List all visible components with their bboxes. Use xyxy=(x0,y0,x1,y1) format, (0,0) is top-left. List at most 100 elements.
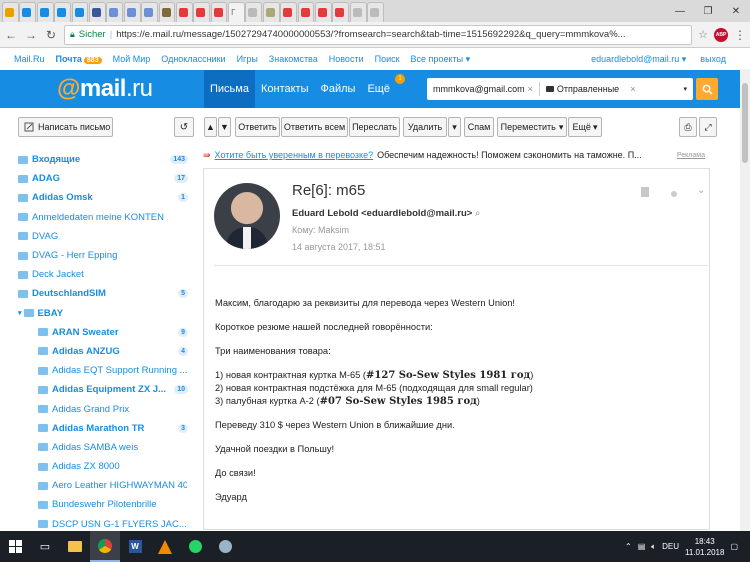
folder-item[interactable]: Входящие 143 xyxy=(18,150,192,169)
notifications-icon[interactable]: ▢ xyxy=(730,542,738,551)
nav-more[interactable]: Ещё xyxy=(361,70,396,108)
message-from[interactable]: Eduard Lebold <eduardlebold@mail.ru> ⌕ xyxy=(292,208,480,219)
folder-item[interactable]: DVAG xyxy=(18,227,192,246)
folder-item[interactable]: ADAG 17 xyxy=(18,169,192,188)
chip-close-icon[interactable]: × xyxy=(630,84,635,94)
folder-item[interactable]: Adidas SAMBA weis xyxy=(18,438,192,457)
adblock-icon[interactable]: ABP xyxy=(714,27,728,42)
folder-item[interactable]: DVAG - Herr Epping xyxy=(18,246,192,265)
browser-tab[interactable] xyxy=(175,2,193,22)
folder-item[interactable]: Aero Leather HIGHWAYMAN 40 xyxy=(18,476,192,495)
user-email[interactable]: eduardlebold@mail.ru ▾ xyxy=(591,54,686,65)
taskbar-chrome[interactable] xyxy=(90,531,120,562)
move-button[interactable]: Переместить ▾ xyxy=(497,117,567,137)
browser-tab[interactable] xyxy=(158,2,176,22)
browser-tab[interactable] xyxy=(297,2,315,22)
delete-dropdown[interactable]: ▾ xyxy=(448,117,461,137)
unread-dot-icon[interactable] xyxy=(671,191,677,197)
tray-up-icon[interactable]: ⌃ xyxy=(625,542,632,551)
minimize-icon[interactable]: — xyxy=(666,0,694,22)
bookmark-star-icon[interactable]: ☆ xyxy=(698,28,708,41)
search-chip-email[interactable]: mmmkova@gmail.com × xyxy=(427,84,539,94)
close-icon[interactable]: ✕ xyxy=(722,0,750,22)
folder-item[interactable]: Adidas EQT Support Running ... xyxy=(18,361,192,380)
browser-tab[interactable] xyxy=(19,2,37,22)
reply-button[interactable]: Ответить xyxy=(235,117,280,137)
browser-tab[interactable] xyxy=(2,2,19,22)
browser-tab[interactable] xyxy=(349,2,367,22)
browser-tab[interactable]: Г xyxy=(228,2,245,22)
url-input[interactable]: 🔒︎ Sicher | https://e.mail.ru/message/15… xyxy=(64,24,693,45)
folder-item[interactable]: ▾ EBAY xyxy=(18,304,192,323)
browser-tab[interactable] xyxy=(315,2,332,22)
portal-link-games[interactable]: Игры xyxy=(237,54,258,64)
compose-button[interactable]: Написать письмо xyxy=(18,117,113,137)
nav-letters[interactable]: Письма xyxy=(204,70,255,108)
expand-caret-icon[interactable]: ▾ xyxy=(18,309,22,317)
nav-contacts[interactable]: Контакты xyxy=(255,70,315,108)
browser-tab[interactable] xyxy=(36,2,54,22)
browser-tab[interactable] xyxy=(367,2,384,22)
flag-icon[interactable] xyxy=(641,187,649,197)
browser-tab[interactable] xyxy=(193,2,211,22)
undo-button[interactable]: ↺ xyxy=(174,117,194,137)
folder-item[interactable]: Adidas Marathon TR 3 xyxy=(18,419,192,438)
folder-item[interactable]: ARAN Sweater 9 xyxy=(18,323,192,342)
folder-item[interactable]: Bundeswehr Pilotenbrille xyxy=(18,495,192,514)
folder-item[interactable]: DeutschlandSIM 5 xyxy=(18,284,192,303)
folder-item[interactable]: Adidas Omsk 1 xyxy=(18,188,192,207)
browser-tab[interactable] xyxy=(71,2,89,22)
taskbar-whatsapp[interactable] xyxy=(180,531,210,562)
spam-button[interactable]: Спам xyxy=(464,117,494,137)
taskbar-explorer[interactable] xyxy=(60,531,90,562)
portal-link-news[interactable]: Новости xyxy=(329,54,364,64)
nav-files[interactable]: Файлы xyxy=(314,70,361,108)
portal-link-mymir[interactable]: Мой Мир xyxy=(113,54,151,64)
browser-tab[interactable] xyxy=(262,2,280,22)
page-scrollbar[interactable] xyxy=(740,69,750,531)
taskbar-word[interactable]: W xyxy=(120,531,150,562)
browser-tab[interactable] xyxy=(54,2,71,22)
clock[interactable]: 18:43 11.01.2018 xyxy=(685,536,724,558)
prev-message-button[interactable]: ▲ xyxy=(204,117,217,137)
scrollbar-thumb[interactable] xyxy=(742,83,748,163)
browser-tab[interactable] xyxy=(141,2,158,22)
browser-tab[interactable] xyxy=(332,2,350,22)
browser-tab[interactable] xyxy=(210,2,228,22)
print-button[interactable]: ⎙ xyxy=(679,117,697,137)
more-button[interactable]: Ещё ▾ xyxy=(568,117,602,137)
search-chip-folder[interactable]: Отправленные × xyxy=(540,84,642,94)
network-icon[interactable]: ▤ xyxy=(638,542,646,551)
task-view-button[interactable]: ▭ xyxy=(30,531,60,562)
start-button[interactable] xyxy=(0,531,30,562)
browser-tab[interactable] xyxy=(88,2,106,22)
expand-button[interactable]: ⤢ xyxy=(699,117,717,137)
portal-link-mail[interactable]: Почта 883 xyxy=(56,54,102,64)
portal-link-search[interactable]: Поиск xyxy=(375,54,400,64)
back-icon[interactable]: ← xyxy=(4,28,18,42)
taskbar-app[interactable] xyxy=(210,531,240,562)
search-button[interactable] xyxy=(696,78,718,100)
volume-icon[interactable]: 🔈︎ xyxy=(651,542,656,552)
portal-link-all-projects[interactable]: Все проекты ▾ xyxy=(411,54,471,65)
chevron-down-icon[interactable]: ▾ xyxy=(683,85,687,93)
next-message-button[interactable]: ▼ xyxy=(218,117,231,137)
folder-item[interactable]: Adidas ANZUG 4 xyxy=(18,342,192,361)
folder-item[interactable]: DSCP USN G-1 FLYERS JAC... xyxy=(18,515,192,530)
reload-icon[interactable]: ↻ xyxy=(44,28,58,42)
mailru-logo[interactable]: @mail.ru xyxy=(57,75,153,103)
reply-all-button[interactable]: Ответить всем xyxy=(281,117,348,137)
folder-item[interactable]: Anmeldedaten meine KONTEN xyxy=(18,208,192,227)
folder-item[interactable]: Adidas Grand Prix xyxy=(18,399,192,418)
folder-item[interactable]: Adidas ZX 8000 xyxy=(18,457,192,476)
folder-item[interactable]: Deck Jacket xyxy=(18,265,192,284)
portal-link-ok[interactable]: Одноклассники xyxy=(161,54,225,64)
logout-link[interactable]: выход xyxy=(700,54,726,65)
search-icon[interactable]: ⌕ xyxy=(475,208,480,219)
portal-link-dating[interactable]: Знакомства xyxy=(269,54,318,64)
forward-button[interactable]: Переслать xyxy=(349,117,400,137)
delete-button[interactable]: Удалить xyxy=(403,117,447,137)
ad-link[interactable]: Хотите быть уверенным в перевозке? xyxy=(215,150,374,160)
browser-tab[interactable] xyxy=(245,2,263,22)
taskbar-vlc[interactable] xyxy=(150,531,180,562)
